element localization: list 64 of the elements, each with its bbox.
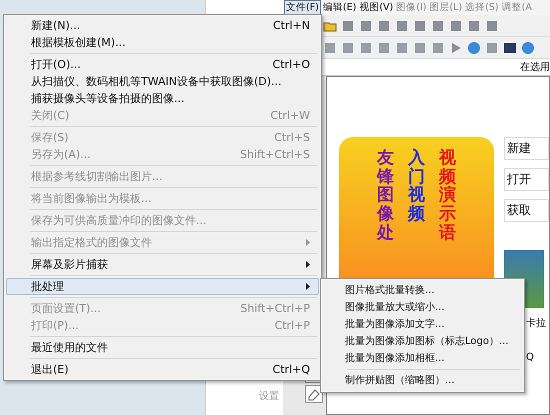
menu-item[interactable]: 屏幕及影片捕获: [6, 256, 319, 273]
side-link[interactable]: 打开: [504, 168, 549, 191]
eraser-icon[interactable]: [305, 385, 323, 403]
menu-item-label: 页面设置(T)...: [31, 301, 102, 316]
shortcut-text: Ctrl+O: [272, 58, 310, 71]
menu-item-label: 关闭(C): [31, 108, 70, 123]
menu-item[interactable]: 新建(N)... Ctrl+N: [6, 17, 319, 34]
square-icon[interactable]: [377, 40, 391, 54]
menu-item[interactable]: 根据模板创建(M)...: [6, 34, 319, 51]
hint-text: 设置: [259, 390, 279, 403]
banner-text: 友锋图像处: [377, 149, 394, 242]
menu-item[interactable]: 从扫描仪、数码相机等TWAIN设备中获取图像(D)...: [6, 73, 319, 90]
menu-bar-item[interactable]: 文件(F): [284, 0, 321, 15]
play-icon[interactable]: [449, 40, 463, 54]
menu-item-label: 退出(E): [31, 362, 70, 377]
square-icon[interactable]: [323, 40, 337, 54]
menu-item[interactable]: 捕获摄像头等设备拍摄的图像...: [6, 90, 319, 107]
side-text: Q: [526, 352, 534, 363]
menu-item[interactable]: 打开(O)... Ctrl+O: [6, 56, 319, 73]
side-link[interactable]: 获取: [504, 199, 549, 222]
menu-item-label: 将当前图像输出为模板...: [31, 191, 152, 206]
menu-item-label: 根据参考线切割输出图片...: [31, 169, 164, 184]
menu-item-label: 捕获摄像头等设备拍摄的图像...: [31, 91, 186, 106]
shortcut-text: Ctrl+N: [272, 19, 310, 32]
menu-item[interactable]: 图像批量放大或缩小...: [323, 299, 522, 316]
info-text: 在选用: [520, 60, 550, 74]
square-icon[interactable]: [395, 40, 409, 54]
menu-bar-item[interactable]: 视图(V): [358, 1, 394, 14]
menu-item-label: 根据模板创建(M)...: [31, 35, 127, 50]
menu-item-label: 另存为(A)...: [31, 147, 92, 162]
menu-item-label: 打开(O)...: [31, 57, 82, 72]
menu-item[interactable]: 批量为图像添加图标（标志Logo）...: [323, 333, 522, 350]
square-icon[interactable]: [431, 40, 445, 54]
banner-text: 视频演示语: [439, 149, 456, 242]
menu-item[interactable]: 制作拼贴图（缩略图）...: [323, 372, 522, 389]
square-icon[interactable]: [413, 40, 427, 54]
shortcut-text: Ctrl+W: [270, 109, 310, 122]
square-icon[interactable]: [359, 40, 373, 54]
menu-item-label: 批处理: [31, 279, 65, 294]
menu-item-label: 保存(S): [31, 130, 70, 145]
menu-item-label: 最近使用的文件: [31, 340, 109, 355]
menu-item-label: 新建(N)...: [31, 18, 82, 33]
menu-item-label: 保存为可供高质量冲印的图像文件...: [31, 213, 208, 228]
menu-item-label: 屏幕及影片捕获: [31, 257, 109, 272]
menu-bar-item[interactable]: 编辑(E): [322, 1, 358, 14]
menu-item-label: 从扫描仪、数码相机等TWAIN设备中获取图像(D)...: [31, 74, 283, 89]
shortcut-text: Shift+Ctrl+P: [240, 302, 310, 315]
shortcut-text: Ctrl+Q: [272, 363, 310, 376]
menu-item[interactable]: 批处理: [6, 278, 319, 295]
shortcut-text: Ctrl+S: [274, 131, 310, 144]
menu-item[interactable]: 图片格式批量转换...: [323, 282, 522, 299]
menu-item[interactable]: 批量为图像添加文字...: [323, 316, 522, 333]
shortcut-text: Ctrl+P: [274, 319, 310, 332]
menu-item-label: 打印(P)...: [31, 318, 80, 333]
square-icon[interactable]: [341, 40, 355, 54]
menu-item[interactable]: 退出(E) Ctrl+Q: [6, 361, 319, 378]
menu-item[interactable]: 最近使用的文件: [6, 339, 319, 356]
side-text: 卡拉: [526, 316, 546, 330]
side-link[interactable]: 新建: [504, 137, 549, 160]
menu-item-label: 输出指定格式的图像文件: [31, 235, 153, 250]
shortcut-text: Shift+Ctrl+S: [240, 148, 310, 161]
globe-icon[interactable]: [467, 40, 481, 54]
menu-item[interactable]: 批量为图像添加相框...: [323, 350, 522, 367]
banner-text: 入门视频: [408, 149, 425, 224]
